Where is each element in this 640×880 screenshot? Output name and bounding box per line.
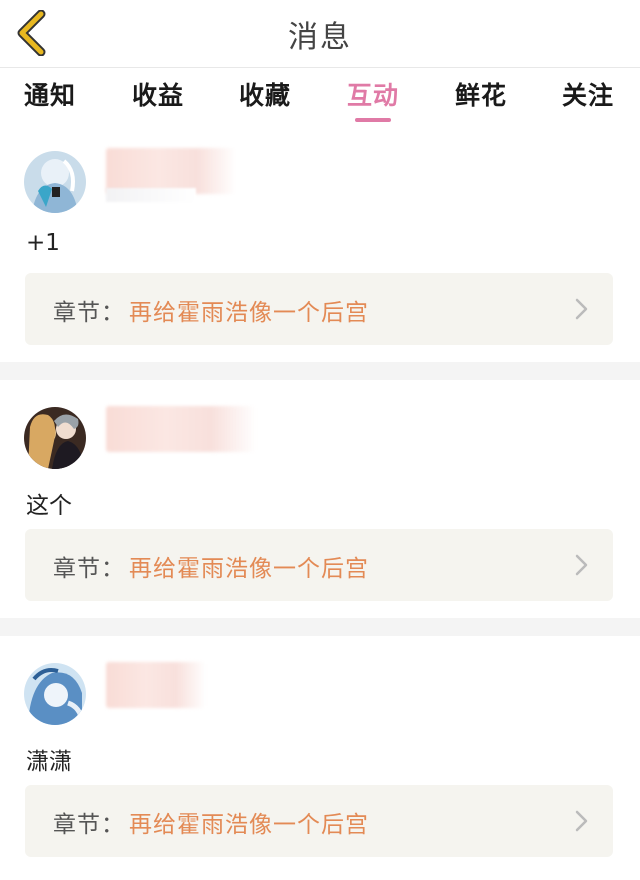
section-divider <box>0 362 640 380</box>
chapter-link[interactable]: 章节： 再给霍雨浩像一个后宫 <box>25 273 613 345</box>
list-item: 这个 章节： 再给霍雨浩像一个后宫 <box>0 380 640 618</box>
active-tab-indicator <box>355 118 391 122</box>
tab-earnings[interactable]: 收益 <box>118 76 198 112</box>
chapter-label: 章节： <box>53 556 125 582</box>
tab-interactions[interactable]: 互动 <box>333 76 413 122</box>
chapter-link[interactable]: 章节： 再给霍雨浩像一个后宫 <box>25 529 613 601</box>
comment-text: +1 <box>26 230 60 256</box>
list-item: +1 章节： 再给霍雨浩像一个后宫 <box>0 124 640 362</box>
chapter-link[interactable]: 章节： 再给霍雨浩像一个后宫 <box>25 785 613 857</box>
chapter-label: 章节： <box>53 300 125 326</box>
tab-interactions-label: 互动 <box>346 81 399 110</box>
chevron-right-icon <box>575 810 588 832</box>
top-bar: 消息 <box>0 0 640 68</box>
chapter-label: 章节： <box>53 812 125 838</box>
page-title: 消息 <box>288 20 352 55</box>
avatar[interactable] <box>24 407 86 469</box>
chapter-title: 再给霍雨浩像一个后宫 <box>129 300 369 326</box>
comment-text: 这个 <box>26 493 72 519</box>
chapter-title: 再给霍雨浩像一个后宫 <box>129 556 369 582</box>
chapter-title: 再给霍雨浩像一个后宫 <box>129 812 369 838</box>
chevron-right-icon <box>575 298 588 320</box>
avatar[interactable] <box>24 151 86 213</box>
tab-flowers[interactable]: 鲜花 <box>441 76 521 112</box>
avatar[interactable] <box>24 663 86 725</box>
blurred-username <box>106 406 256 452</box>
tab-bar: 通知 收益 收藏 互动 鲜花 关注 <box>0 68 640 122</box>
list-item: 潇潇 章节： 再给霍雨浩像一个后宫 <box>0 636 640 880</box>
chevron-right-icon <box>575 554 588 576</box>
tab-following[interactable]: 关注 <box>548 76 628 112</box>
comment-text: 潇潇 <box>26 749 72 775</box>
blurred-timestamp <box>106 188 196 202</box>
section-divider <box>0 618 640 636</box>
tab-favorites[interactable]: 收藏 <box>225 76 305 112</box>
tab-notifications[interactable]: 通知 <box>10 76 90 112</box>
blurred-username <box>106 662 206 708</box>
